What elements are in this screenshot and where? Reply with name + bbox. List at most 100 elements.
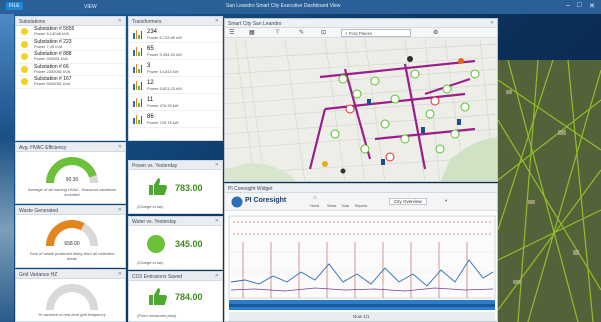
transformer-power: Power 725.78 kW xyxy=(147,119,179,125)
nav-reports[interactable]: Reports xyxy=(355,204,367,208)
thumbs-up-icon xyxy=(149,288,167,305)
background-image-strip xyxy=(0,14,14,322)
transformer-power: Power 476.39 kW xyxy=(147,102,179,108)
substation-list: Substation # 5655 Power 5.14048 kVA Substa… xyxy=(16,26,125,89)
transformers-panel: Transformers ✕ 234 Power 6,743.89 kW 65 Powe… xyxy=(128,16,223,141)
transformer-row[interactable]: 12 Power 5,623.23 kW xyxy=(129,77,222,94)
substation-power: Power 2300081 kVA xyxy=(34,68,71,74)
grid-variance-gauge xyxy=(46,284,98,311)
grid-variance-title: Grid Variance HZ xyxy=(19,272,58,278)
close-panel-icon[interactable]: ✕ xyxy=(118,271,122,277)
grid-variance-caption: % variance in real-time grid frequency xyxy=(38,312,106,317)
substation-row[interactable]: Substation # 5655 Power 5.14048 kVA xyxy=(16,26,125,39)
filter-icon[interactable]: ⊤ xyxy=(275,29,280,36)
transformer-row[interactable]: 86 Power 725.78 kW xyxy=(129,111,222,128)
home-icon[interactable]: ⌂ xyxy=(313,195,317,201)
bar-chart-icon xyxy=(133,114,142,124)
map-title: Smart City San Leandro xyxy=(228,21,282,27)
satellite-image xyxy=(498,60,601,322)
transformer-power: Power 14,843 kW xyxy=(147,68,179,74)
status-dot-icon xyxy=(21,78,28,86)
panel-title: Water vs. Yesterday ✕ xyxy=(129,217,222,226)
co2-value: 784.00 xyxy=(175,292,203,302)
search-placeholder: Find Places xyxy=(348,31,373,36)
status-dot-icon xyxy=(21,40,28,48)
close-panel-icon[interactable]: ✕ xyxy=(215,218,219,224)
co2-title: CO2 Emissions Saved xyxy=(132,274,183,280)
substations-title: Substations xyxy=(19,19,46,25)
minimize-icon[interactable]: – xyxy=(566,2,570,9)
bar-chart-icon xyxy=(133,80,142,90)
close-panel-icon[interactable]: ✕ xyxy=(490,20,494,26)
waste-value: 658.00 xyxy=(64,241,80,247)
nav-views[interactable]: Views xyxy=(327,204,336,208)
coresight-header: PI Coresight ⌂ Home Views Tools Reports … xyxy=(225,193,497,211)
co2-caption: (From measured plus) xyxy=(137,313,177,318)
title-bar: FILE VIEW San Leandro Smart City Executi… xyxy=(0,0,601,14)
hvac-value: 90.30 xyxy=(65,177,79,183)
nav-home[interactable]: Home xyxy=(310,204,319,208)
settings-icon[interactable]: ⚙ xyxy=(433,29,438,36)
panel-title: Grid Variance HZ ✕ xyxy=(16,270,125,279)
water-caption: (Charge in kw) xyxy=(137,260,164,265)
grid-variance-panel: Grid Variance HZ ✕ % variance in real-tim… xyxy=(15,269,126,322)
menu-icon[interactable]: ☰ xyxy=(229,29,234,36)
hvac-caption: Average of all running HVAC. Seasonal va… xyxy=(28,187,116,197)
close-panel-icon[interactable]: ✕ xyxy=(215,18,219,24)
close-icon[interactable]: ✕ xyxy=(589,2,595,10)
power-title: Power vs. Yesterday xyxy=(132,163,178,169)
transformer-power: Power 9,454.03 kW xyxy=(147,51,182,57)
bar-chart-icon xyxy=(133,46,142,56)
time-now-label: Now 1/1 xyxy=(353,314,370,319)
tab-file[interactable]: FILE xyxy=(6,2,23,10)
close-panel-icon[interactable]: ✕ xyxy=(118,207,122,213)
substations-panel: Substations ✕ Substation # 5655 Power 5.14… xyxy=(15,16,126,141)
time-range-label[interactable]: Show all xyxy=(375,284,392,289)
panel-title: Avg. HVAC Efficiency ✕ xyxy=(16,143,125,152)
dashboard-screen: FILE VIEW San Leandro Smart City Executi… xyxy=(0,0,601,322)
transformer-power: Power 5,623.23 kW xyxy=(147,85,182,91)
maximize-icon[interactable]: □ xyxy=(577,2,581,9)
bar-chart-icon xyxy=(133,63,142,73)
osisoft-logo-icon xyxy=(231,196,243,208)
substation-row[interactable]: Substation # 167 Power 5000081 kVA xyxy=(16,76,125,89)
close-panel-icon[interactable]: ✕ xyxy=(215,162,219,168)
substation-power: Power 200081 kVA xyxy=(34,56,68,61)
display-dropdown-icon[interactable]: ▾ xyxy=(445,198,447,204)
water-title: Water vs. Yesterday xyxy=(132,219,177,225)
select-icon[interactable]: ⊡ xyxy=(321,29,326,36)
hvac-panel: Avg. HVAC Efficiency ✕ 90.30 Average of a… xyxy=(15,142,126,204)
substation-row[interactable]: Substation # 66 Power 2300081 kVA xyxy=(16,64,125,76)
close-panel-icon[interactable]: ✕ xyxy=(118,18,122,24)
close-panel-icon[interactable]: ✕ xyxy=(118,144,122,150)
transformer-row[interactable]: 3 Power 14,843 kW xyxy=(129,60,222,77)
tab-view[interactable]: VIEW xyxy=(84,4,97,10)
co2-panel: CO2 Emissions Saved ✕ 784.00 (From measur… xyxy=(128,271,223,322)
city-map[interactable] xyxy=(225,39,498,182)
power-caption: (Charge in kw) xyxy=(137,204,164,209)
transformer-row[interactable]: 234 Power 6,743.89 kW xyxy=(129,26,222,43)
substation-row[interactable]: Substation # 888 Power 200081 kVA xyxy=(16,51,125,64)
nav-tools[interactable]: Tools xyxy=(341,204,349,208)
map-toolbar: ☰ ▦ ⊤ ✎ ⊡ ⌕ Find Places ⚙ xyxy=(225,28,497,38)
transformer-row[interactable]: 11 Power 476.39 kW xyxy=(129,94,222,111)
power-value: 783.00 xyxy=(175,183,203,193)
trend-chart[interactable] xyxy=(225,212,498,322)
app-name: PI Coresight xyxy=(245,197,287,204)
waste-title: Waste Generated xyxy=(19,208,59,214)
transformer-list: 234 Power 6,743.89 kW 65 Power 9,454.03 kW 3… xyxy=(129,26,222,128)
panel-title: Substations ✕ xyxy=(16,17,125,26)
find-places-input[interactable]: ⌕ Find Places xyxy=(341,29,411,37)
substation-row[interactable]: Substation # 223 Power 7.45 kVA xyxy=(16,39,125,51)
transformer-row[interactable]: 65 Power 9,454.03 kW xyxy=(129,43,222,60)
substation-power: Power 5.14048 kVA xyxy=(34,31,70,36)
layers-icon[interactable]: ▦ xyxy=(249,29,255,36)
display-selector[interactable]: City Overview xyxy=(389,198,427,205)
draw-icon[interactable]: ✎ xyxy=(299,29,304,36)
panel-title: CO2 Emissions Saved ✕ xyxy=(129,272,222,281)
status-dot-icon xyxy=(21,53,28,61)
panel-title: Waste Generated ✕ xyxy=(16,206,125,215)
status-dot-icon xyxy=(21,28,28,36)
widget-title-bar: PI Coresight Widget xyxy=(225,184,497,193)
close-panel-icon[interactable]: ✕ xyxy=(215,273,219,279)
